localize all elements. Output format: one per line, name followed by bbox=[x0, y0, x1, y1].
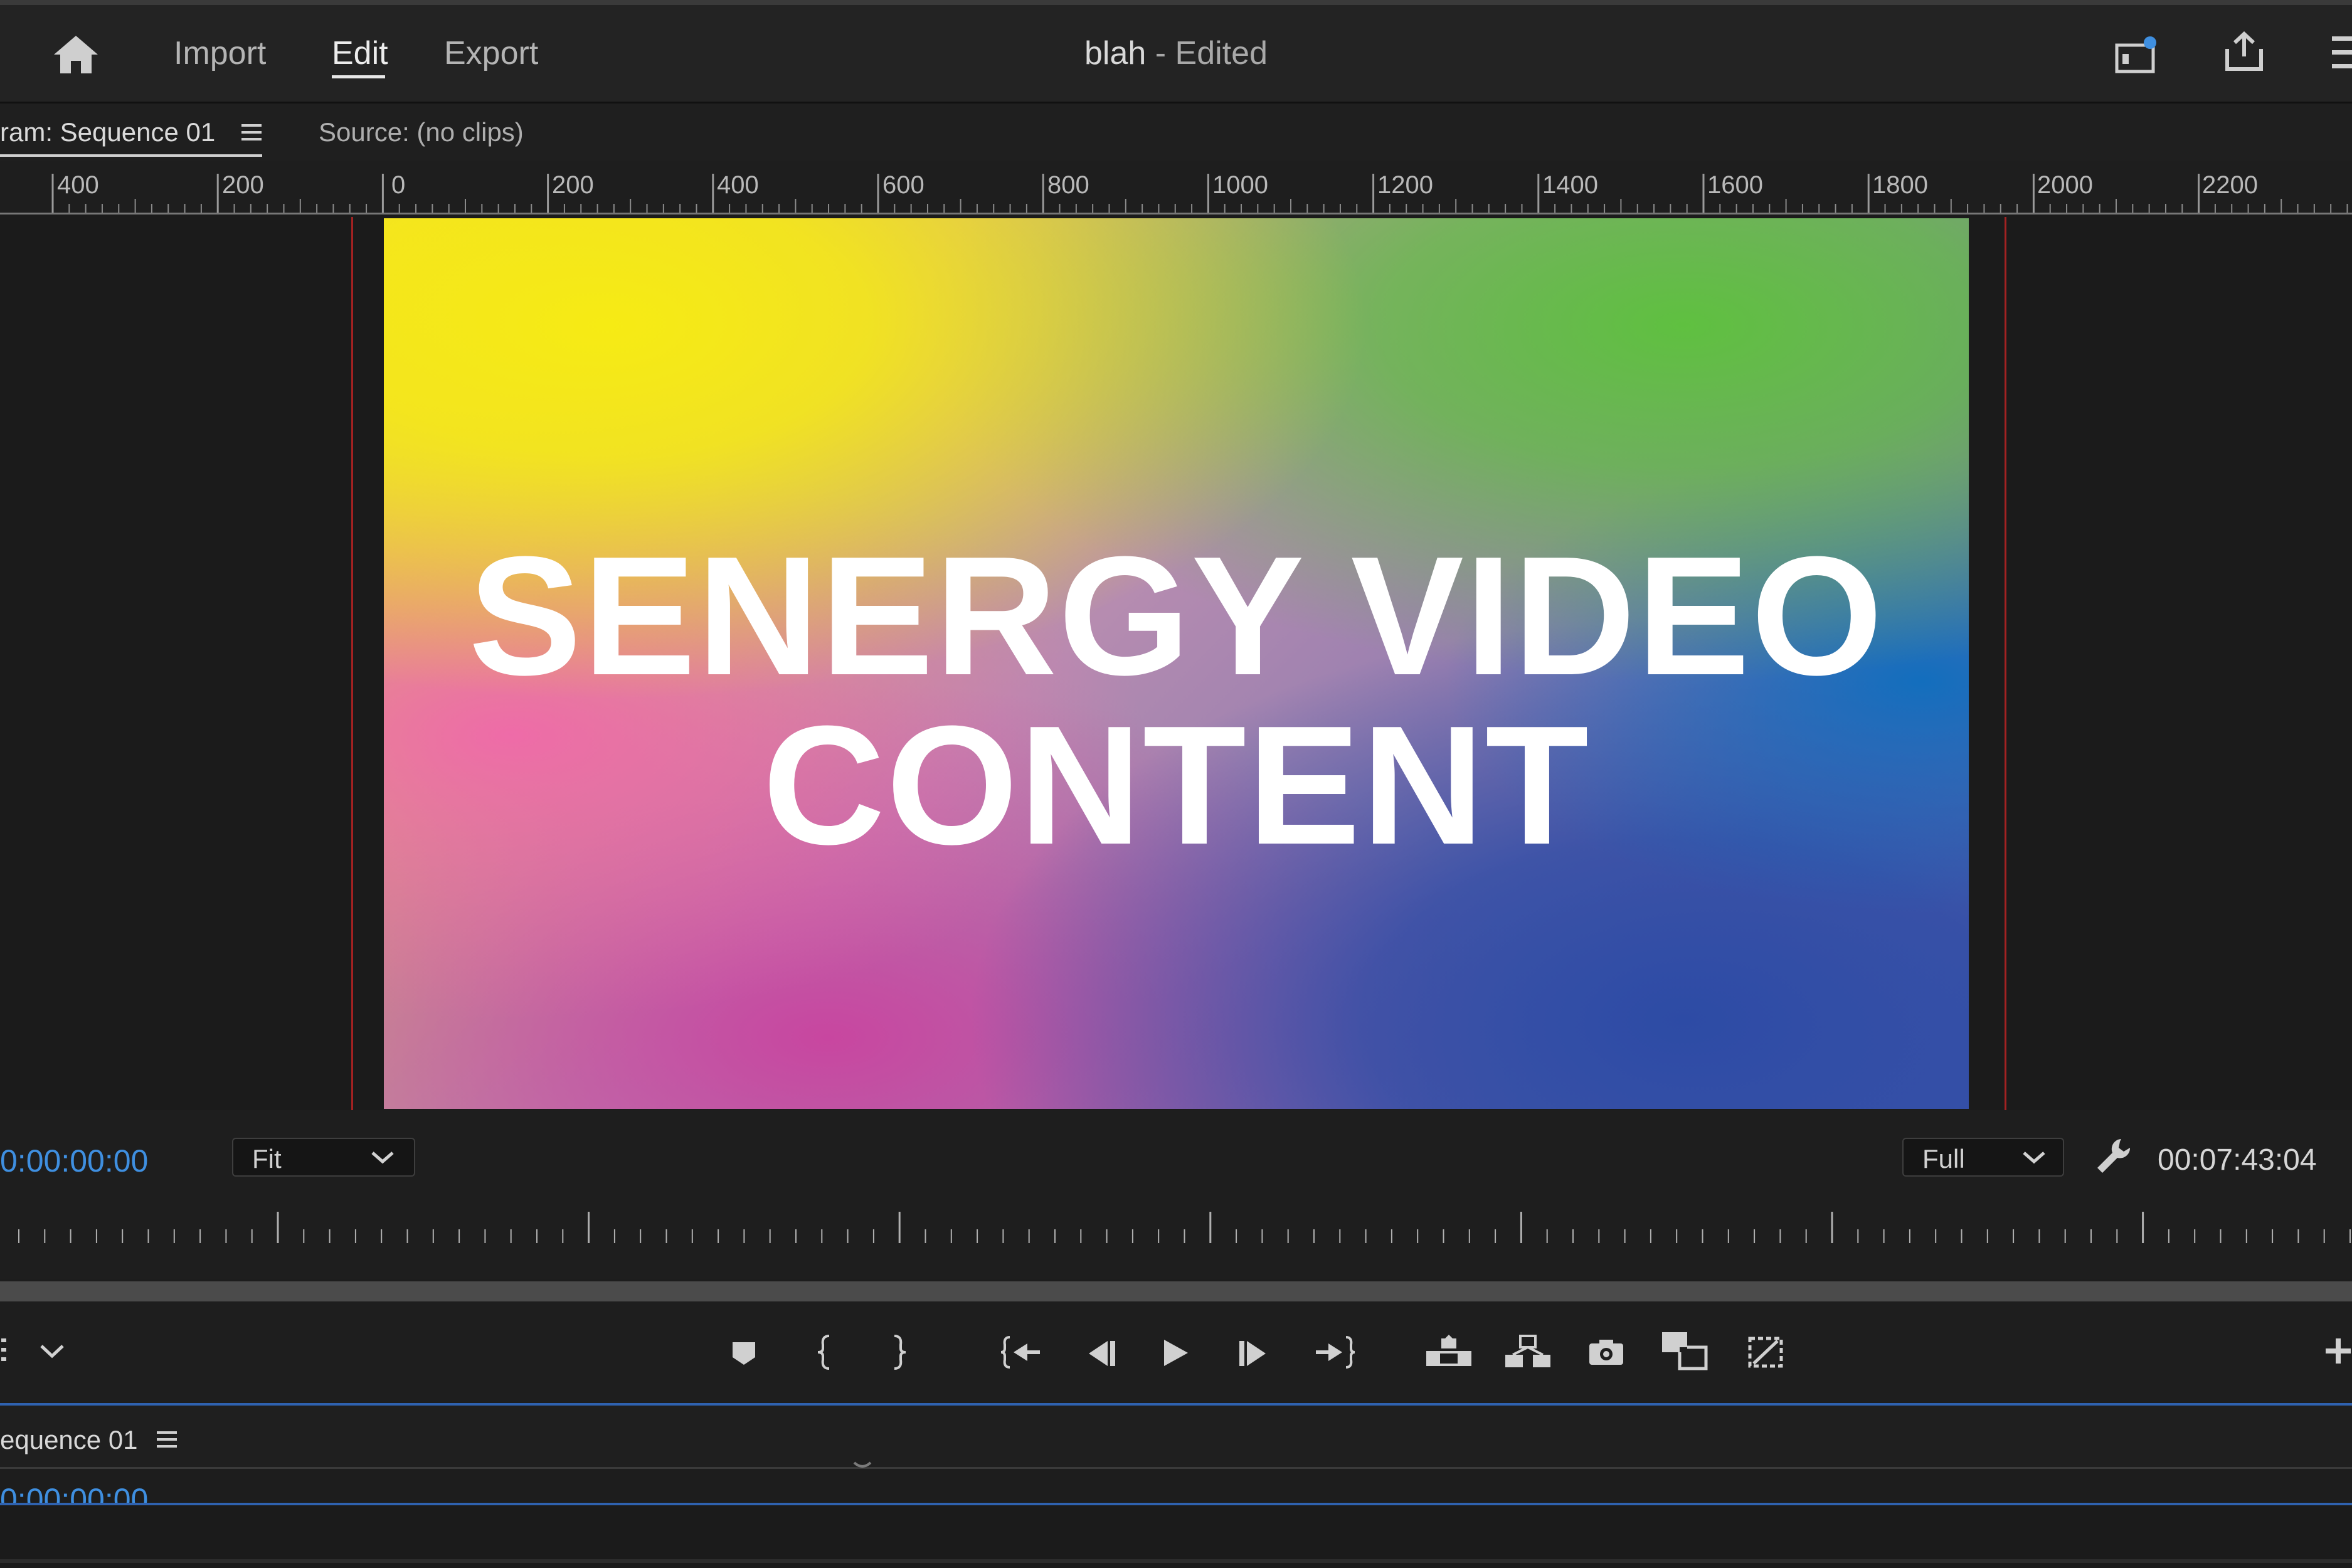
step-forward-icon[interactable] bbox=[1238, 1340, 1269, 1367]
ruler-label: 1600 bbox=[1707, 171, 1763, 199]
project-status: - Edited bbox=[1146, 35, 1268, 72]
chevron-down-icon bbox=[370, 1150, 395, 1165]
go-to-out-icon[interactable] bbox=[1315, 1335, 1355, 1370]
wrench-settings-icon[interactable] bbox=[2094, 1136, 2132, 1175]
project-name: blah bbox=[1084, 35, 1147, 72]
ruler-label: 600 bbox=[882, 171, 924, 199]
timeline-header-divider bbox=[0, 1467, 2352, 1469]
workspace-menu-icon[interactable] bbox=[2328, 35, 2352, 70]
export-frame-icon[interactable] bbox=[1588, 1338, 1624, 1366]
tab-program-monitor[interactable]: ram: Sequence 01 bbox=[0, 117, 215, 147]
ruler-label: 1200 bbox=[1377, 171, 1433, 199]
ruler-label: 200 bbox=[222, 171, 264, 199]
horizontal-ruler bbox=[0, 161, 2352, 215]
panel-menu-icon[interactable] bbox=[157, 1430, 177, 1449]
ruler-label: 2000 bbox=[2037, 171, 2093, 199]
tooltip-fragment-icon bbox=[853, 1461, 872, 1470]
chevron-down-icon[interactable] bbox=[39, 1343, 65, 1360]
timeline-panel-header bbox=[0, 1406, 2352, 1468]
share-icon[interactable] bbox=[2222, 31, 2266, 73]
lift-icon[interactable] bbox=[1425, 1335, 1473, 1367]
step-back-icon[interactable] bbox=[1085, 1340, 1116, 1367]
safe-margin-right bbox=[2005, 217, 2006, 1110]
ruler-label: 0 bbox=[391, 171, 406, 199]
panel-menu-icon[interactable] bbox=[241, 123, 262, 142]
mark-out-icon[interactable] bbox=[889, 1333, 908, 1371]
quick-export-panel-icon[interactable] bbox=[2115, 36, 2159, 74]
go-to-in-icon[interactable] bbox=[1001, 1335, 1041, 1370]
playback-resolution-dropdown[interactable]: Full bbox=[1902, 1138, 2064, 1177]
headline-line-2: CONTENT bbox=[763, 691, 1590, 880]
zoom-level-dropdown[interactable]: Fit bbox=[232, 1138, 415, 1177]
ruler-label: 800 bbox=[1047, 171, 1089, 199]
ruler-label: 2200 bbox=[2202, 171, 2258, 199]
comparison-view-icon[interactable] bbox=[1661, 1331, 1708, 1371]
video-frame[interactable]: SENERGY VIDEO CONTENT bbox=[384, 218, 1969, 1109]
ruler-label: 1800 bbox=[1872, 171, 1928, 199]
panel-divider[interactable] bbox=[0, 1281, 2352, 1301]
zoom-level-value: Fit bbox=[252, 1144, 282, 1173]
timeline-tracks-area[interactable] bbox=[0, 1505, 2352, 1568]
mark-in-icon[interactable] bbox=[815, 1333, 834, 1371]
toggle-proxies-icon[interactable] bbox=[1747, 1336, 1784, 1369]
add-button-icon[interactable] bbox=[2324, 1337, 2352, 1365]
ruler-label: 200 bbox=[552, 171, 594, 199]
add-marker-icon[interactable] bbox=[731, 1341, 756, 1366]
ruler-label: 400 bbox=[717, 171, 759, 199]
playback-resolution-value: Full bbox=[1922, 1144, 1965, 1173]
extract-icon[interactable] bbox=[1504, 1335, 1552, 1369]
playhead-timecode[interactable]: 0:00:00:00 bbox=[0, 1143, 148, 1179]
settings-grip-icon[interactable] bbox=[0, 1336, 13, 1364]
tab-sequence-01[interactable]: equence 01 bbox=[0, 1425, 138, 1455]
sequence-duration-timecode: 00:07:43:04 bbox=[2158, 1143, 2317, 1177]
ruler-label: 1000 bbox=[1212, 171, 1268, 199]
headline-line-1: SENERGY VIDEO bbox=[469, 522, 1884, 711]
ruler-label: 400 bbox=[57, 171, 99, 199]
tab-source-monitor[interactable]: Source: (no clips) bbox=[319, 117, 524, 147]
safe-margin-left bbox=[351, 217, 353, 1110]
program-tab-active-indicator bbox=[0, 154, 262, 157]
nav-edit-active-indicator bbox=[332, 75, 385, 78]
project-title: blah - Edited bbox=[0, 34, 2352, 72]
playhead-scrub-ruler[interactable] bbox=[0, 1205, 2352, 1261]
ruler-label: 1400 bbox=[1542, 171, 1598, 199]
play-icon[interactable] bbox=[1162, 1338, 1190, 1367]
chevron-down-icon bbox=[2021, 1150, 2047, 1165]
bottom-edge bbox=[0, 1559, 2352, 1563]
